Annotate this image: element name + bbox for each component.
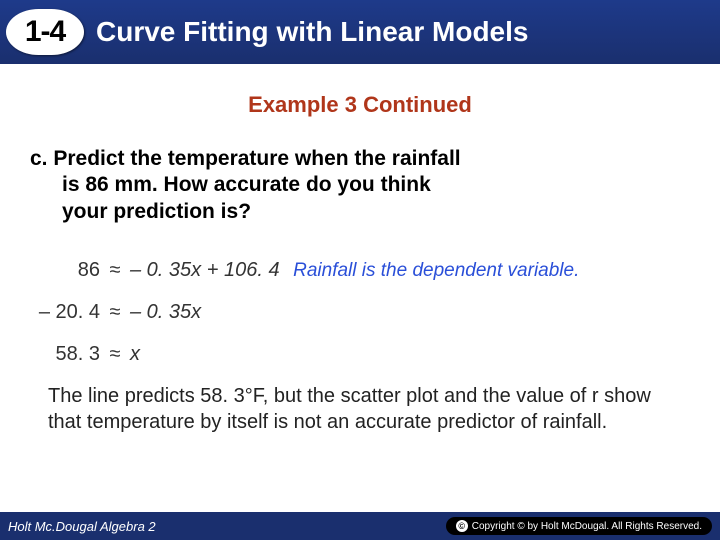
lesson-title: Curve Fitting with Linear Models xyxy=(96,16,528,48)
lesson-number-badge: 1-4 xyxy=(6,9,84,55)
work-right: – 0. 35x xyxy=(130,293,201,331)
work-right: – 0. 35x + 106. 4 Rainfall is the depend… xyxy=(130,251,579,289)
copyright-icon: © xyxy=(456,520,468,532)
footer-bar: Holt Mc.Dougal Algebra 2 © Copyright © b… xyxy=(0,512,720,540)
header-bar: 1-4 Curve Fitting with Linear Models xyxy=(0,0,720,64)
explanation-text: The line predicts 58. 3°F, but the scatt… xyxy=(48,383,688,435)
question-block: c. Predict the temperature when the rain… xyxy=(30,146,690,225)
work-row-1: 86 ≈ – 0. 35x + 106. 4 Rainfall is the d… xyxy=(20,251,700,289)
approx-symbol: ≈ xyxy=(100,251,130,289)
question-line3: your prediction is? xyxy=(62,199,690,225)
example-title: Example 3 Continued xyxy=(0,92,720,118)
work-row-3: 58. 3 ≈ x xyxy=(20,335,700,373)
question-line1: Predict the temperature when the rainfal… xyxy=(53,147,460,170)
approx-symbol: ≈ xyxy=(100,293,130,331)
copyright-text: Copyright © by Holt McDougal. All Rights… xyxy=(472,521,702,532)
textbook-name: Holt Mc.Dougal Algebra 2 xyxy=(8,519,156,534)
work-left: 86 xyxy=(20,251,100,289)
work-block: 86 ≈ – 0. 35x + 106. 4 Rainfall is the d… xyxy=(20,251,700,373)
copyright-pill: © Copyright © by Holt McDougal. All Righ… xyxy=(446,517,712,535)
approx-symbol: ≈ xyxy=(100,335,130,373)
work-right: x xyxy=(130,335,140,373)
work-row-2: – 20. 4 ≈ – 0. 35x xyxy=(20,293,700,331)
question-label: c. xyxy=(30,147,48,170)
work-left: 58. 3 xyxy=(20,335,100,373)
hint-text: Rainfall is the dependent variable. xyxy=(293,260,579,281)
equation-text: – 0. 35x + 106. 4 xyxy=(130,259,280,281)
work-left: – 20. 4 xyxy=(20,293,100,331)
question-line2: is 86 mm. How accurate do you think xyxy=(62,172,690,198)
